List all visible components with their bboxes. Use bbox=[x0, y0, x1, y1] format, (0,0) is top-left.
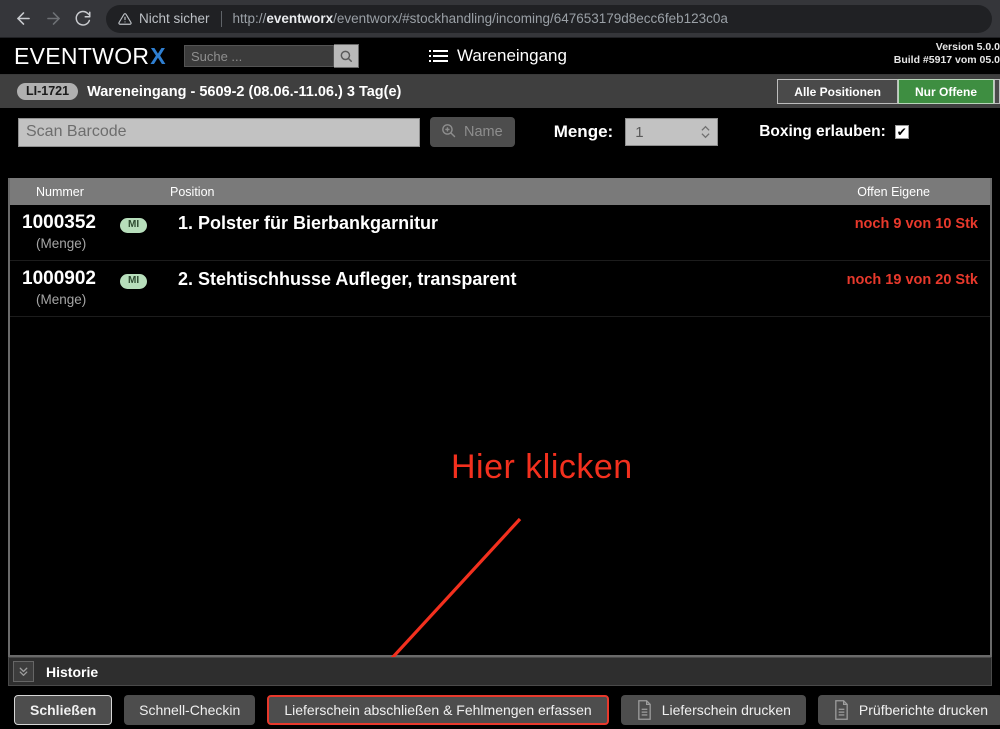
application-window: Nicht sicher http://eventworx/eventworx/… bbox=[0, 0, 1000, 729]
search-plus-icon bbox=[440, 122, 457, 143]
lieferschein-drucken-label: Lieferschein drucken bbox=[661, 701, 791, 718]
build-line: Build #5917 vom 05.0 bbox=[893, 54, 1000, 66]
footer-toolbar: Schließen Schnell-Checkin Lieferschein a… bbox=[0, 690, 1000, 729]
list-icon bbox=[429, 50, 449, 62]
quantity-stepper[interactable]: 1 bbox=[625, 118, 719, 146]
address-bar[interactable]: Nicht sicher http://eventworx/eventworx/… bbox=[106, 4, 992, 33]
search-input[interactable] bbox=[183, 45, 334, 67]
row-menge-label: (Menge) bbox=[36, 236, 87, 251]
pruefberichte-drucken-label: Prüfberichte drucken bbox=[858, 701, 989, 718]
row-nummer: 1000352 bbox=[22, 212, 96, 233]
row-menge-label: (Menge) bbox=[36, 292, 87, 307]
not-secure-icon bbox=[118, 12, 132, 26]
table-row[interactable]: 1000902 (Menge) MI 2. Stehtischhusse Auf… bbox=[10, 261, 990, 317]
filter-button-group: Alle Positionen Nur Offene bbox=[777, 79, 1000, 104]
omnibox-divider bbox=[220, 10, 222, 27]
quantity-value: 1 bbox=[635, 123, 644, 141]
row-offen-eigene: noch 9 von 10 Stk bbox=[854, 216, 978, 232]
browser-toolbar: Nicht sicher http://eventworx/eventworx/… bbox=[0, 0, 1000, 38]
scan-barcode-input[interactable] bbox=[18, 117, 420, 147]
row-position: 1. Polster für Bierbankgarnitur bbox=[178, 213, 439, 233]
logo-text: EVENTWOR bbox=[14, 42, 150, 69]
boxing-checkbox[interactable]: ✔ bbox=[894, 125, 909, 139]
document-header: LI-1721 Wareneingang - 5609-2 (08.06.-11… bbox=[0, 75, 1000, 108]
overflow-button[interactable] bbox=[994, 79, 1000, 104]
forward-icon[interactable] bbox=[38, 4, 68, 34]
pruefberichte-drucken-button[interactable]: Prüfberichte drucken bbox=[817, 694, 1000, 725]
annotation-label: Hier klicken bbox=[451, 448, 633, 486]
stepper-arrows-icon[interactable] bbox=[701, 125, 710, 139]
name-search-button[interactable]: Name bbox=[430, 117, 515, 147]
table-row[interactable]: 1000352 (Menge) MI 1. Polster für Bierba… bbox=[10, 205, 990, 261]
app-logo[interactable]: EVENTWOR X bbox=[14, 43, 166, 70]
lieferschein-drucken-button[interactable]: Lieferschein drucken bbox=[620, 694, 806, 725]
menge-label: Menge: bbox=[553, 122, 614, 141]
filter-nur-offene-button[interactable]: Nur Offene bbox=[897, 79, 994, 104]
search-icon[interactable] bbox=[333, 44, 359, 68]
url-host: eventworx bbox=[266, 11, 334, 26]
version-line: Version 5.0.0 bbox=[935, 41, 1000, 53]
row-position: 2. Stehtischhusse Aufleger, transparent bbox=[178, 269, 517, 289]
url-text: http://eventworx/eventworx/#stockhandlin… bbox=[233, 11, 728, 26]
document-icon bbox=[833, 699, 850, 720]
column-header-nummer: Nummer bbox=[36, 184, 84, 199]
page-title: Wareneingang bbox=[457, 46, 567, 65]
column-header-offen-eigene: Offen Eigene bbox=[857, 184, 930, 199]
name-button-label: Name bbox=[464, 124, 503, 140]
schliessen-button[interactable]: Schließen bbox=[14, 694, 113, 725]
row-mi-badge: MI bbox=[120, 274, 148, 289]
global-search bbox=[183, 44, 359, 68]
document-icon bbox=[636, 699, 653, 720]
logo-x-mark: X bbox=[150, 42, 166, 69]
url-path: /eventworx/#stockhandling/incoming/64765… bbox=[333, 11, 728, 26]
document-title: Wareneingang - 5609-2 (08.06.-11.06.) 3 … bbox=[87, 83, 402, 100]
row-offen-eigene: noch 19 von 20 Stk bbox=[846, 272, 978, 288]
version-info: Version 5.0.0 Build #5917 vom 05.0 bbox=[850, 41, 1000, 67]
chevron-double-down-icon[interactable] bbox=[13, 661, 34, 682]
back-icon[interactable] bbox=[8, 4, 38, 34]
filter-alle-positionen-button[interactable]: Alle Positionen bbox=[777, 79, 898, 104]
positions-table: Nummer Position Offen Eigene 1000352 (Me… bbox=[8, 178, 992, 657]
column-header-position: Position bbox=[170, 184, 215, 199]
scan-toolbar: Name Menge: 1 Boxing erlauben: ✔ bbox=[0, 108, 1000, 156]
document-badge: LI-1721 bbox=[17, 82, 79, 101]
row-mi-badge: MI bbox=[120, 218, 148, 233]
historie-label: Historie bbox=[46, 663, 99, 680]
boxing-label: Boxing erlauben: bbox=[759, 123, 886, 140]
table-header-row: Nummer Position Offen Eigene bbox=[10, 178, 990, 205]
schnell-checkin-button[interactable]: Schnell-Checkin bbox=[124, 694, 256, 725]
url-prefix: http:// bbox=[232, 11, 267, 26]
historie-bar[interactable]: Historie bbox=[8, 657, 992, 686]
security-label: Nicht sicher bbox=[139, 11, 210, 26]
app-header: EVENTWORX Wareneingang Version 5.0.0 Bui… bbox=[0, 38, 1000, 75]
lieferschein-abschliessen-button[interactable]: Lieferschein abschließen & Fehlmengen er… bbox=[267, 694, 609, 725]
reload-icon[interactable] bbox=[68, 4, 98, 34]
row-nummer: 1000902 bbox=[22, 268, 96, 289]
